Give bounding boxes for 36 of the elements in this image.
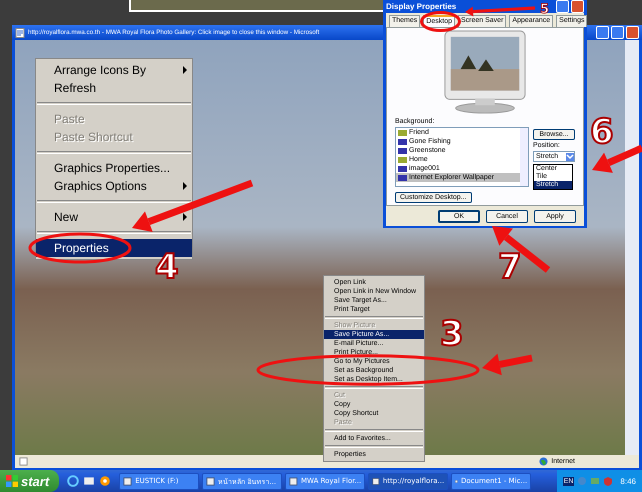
highlight-ellipse [420, 11, 461, 32]
window-icon [372, 476, 380, 486]
step-number: 3 [440, 314, 464, 354]
pointer-arrow [482, 354, 533, 376]
menu-item[interactable]: Refresh [36, 79, 192, 97]
menu-item[interactable]: Arrange Icons By [36, 61, 192, 79]
submenu-arrow-icon [182, 66, 188, 74]
browser-icon[interactable] [67, 475, 80, 487]
pointer-arrow [592, 144, 642, 173]
scrollbar[interactable] [625, 40, 639, 455]
menu-item[interactable]: Graphics Properties... [36, 159, 192, 177]
page-icon [19, 457, 28, 466]
windows-logo-icon [6, 475, 18, 487]
start-button[interactable]: start [0, 470, 60, 492]
close-button[interactable] [626, 26, 639, 39]
step-number: 6 [590, 112, 614, 152]
help-button[interactable] [556, 0, 569, 13]
close-button[interactable] [571, 0, 584, 13]
step-number: 7 [498, 247, 522, 287]
dialog-title: Display Properties [386, 2, 456, 11]
submenu-arrow-icon [182, 213, 188, 221]
menu-item[interactable]: New [36, 208, 192, 226]
window-icon [206, 476, 216, 486]
globe-icon [539, 457, 548, 466]
submenu-arrow-icon [182, 182, 188, 190]
clock: 8:46 [620, 476, 636, 486]
media-icon[interactable] [99, 475, 112, 487]
dropdown-arrow-icon [566, 152, 574, 160]
maximize-button[interactable] [611, 26, 624, 39]
menu-item[interactable]: Graphics Options [36, 177, 192, 195]
page-icon [15, 28, 25, 38]
pointer-arrow [465, 6, 536, 16]
scrollbar[interactable] [520, 128, 528, 186]
window-icon [123, 476, 132, 486]
window-icon [289, 476, 298, 486]
minimize-button[interactable] [596, 26, 609, 39]
